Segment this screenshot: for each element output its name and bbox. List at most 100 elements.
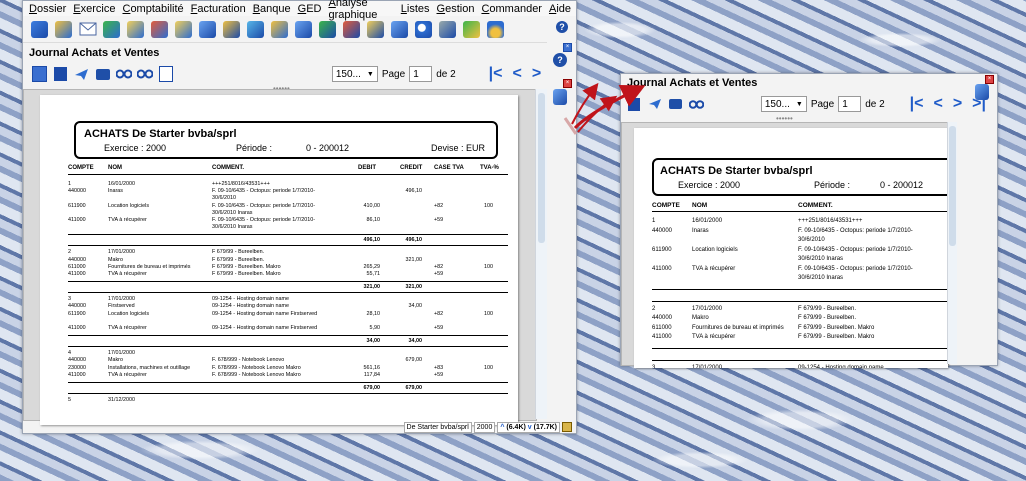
save-icon[interactable] [625,96,642,113]
menu-dossier[interactable]: Dossier [27,3,71,15]
report-cell: 34,00 [408,303,423,310]
menu-banque[interactable]: Banque [251,3,296,15]
folder-ged-icon[interactable] [173,19,194,40]
purchase-icon[interactable] [317,19,338,40]
print-icon[interactable] [94,66,111,83]
binoculars-icon[interactable] [115,66,132,83]
report-toolbar: 150...▼ Page 1 de 2 |< < > >| [23,63,576,85]
status-size2: (17.7K) [533,423,557,431]
report-cell: 09-1254 - Hosting domain name [212,303,290,310]
report-cell: 440000 [652,227,673,234]
menu-comptabilite[interactable]: Comptabilité [120,3,188,15]
scroll-thumb[interactable] [949,126,956,246]
block-total-debit: 679,00 [363,385,381,391]
print-icon[interactable] [667,96,684,113]
menu-exercice[interactable]: Exercice [71,3,120,15]
ledger-icon[interactable] [221,19,242,40]
report-cell: 611900 [68,202,86,209]
open-folder-icon[interactable] [53,19,74,40]
page-label: Page [810,98,835,110]
report-periode-label: Période : [814,180,851,190]
report-icon[interactable] [245,19,266,40]
gauge-icon[interactable] [485,19,506,40]
menu-analyse-graphique[interactable]: Analyse graphique [326,0,398,21]
list-icon[interactable] [389,19,410,40]
report-cell: 17/01/2000 [108,350,135,357]
report-cell: 411000 [68,325,86,331]
prev-page-icon[interactable]: < [509,65,524,83]
menu-ged[interactable]: GED [296,3,327,15]
report-cell: 16/01/2000 [692,218,723,224]
send-icon[interactable] [73,66,90,83]
report-cell: 100 [484,263,493,270]
report-cell: 17/01/2000 [692,305,723,312]
vertical-scrollbar[interactable] [535,89,547,419]
menu-commander[interactable]: Commander [479,3,547,15]
report-cell: TVA à récupérer [108,217,147,223]
scroll-thumb[interactable] [538,93,545,243]
menu-gestion[interactable]: Gestion [435,3,480,15]
report-periode-label: Période : [236,143,273,153]
zoom-value: 150... [764,98,790,110]
new-dossier-icon[interactable] [29,19,50,40]
column-header: COMMENT. [798,202,833,209]
binoculars-icon[interactable] [688,96,705,113]
page-setup-icon[interactable] [157,66,174,83]
search-icon[interactable] [413,19,434,40]
first-page-icon[interactable]: |< [486,65,506,83]
report-cell: F. 678/999 - Notebook Lenovo [212,357,285,364]
report-cell: 411000 [652,265,672,272]
report-cell: 440000 [68,256,86,263]
report-cell: 17/01/2000 [108,296,135,303]
report-cell: 321,00 [405,256,423,263]
block-total-credit: 679,00 [405,385,423,391]
block-separator [68,346,508,348]
main-toolbar [23,16,576,43]
invoice-icon[interactable] [293,19,314,40]
folder-green-icon[interactable] [101,19,122,40]
send-icon[interactable] [646,96,663,113]
save-icon[interactable] [52,66,69,83]
calculator-icon[interactable] [437,19,458,40]
help-book-icon[interactable]: ? [553,53,567,67]
document-icon[interactable] [365,19,386,40]
prev-page-icon[interactable]: < [930,95,945,113]
folder-red-icon[interactable] [149,19,170,40]
report-header-box: ACHATS De Starter bvba/sprl Exercice : 20… [652,158,948,196]
zoom-select[interactable]: 150... ▼ [760,96,807,112]
zoomed-window-title: Journal Achats et Ventes [627,77,758,89]
total-rule [68,335,508,337]
vertical-scrollbar[interactable] [947,122,957,364]
zoom-select[interactable]: 150... ▼ [331,66,378,82]
binoculars-next-icon[interactable] [136,66,153,83]
block-separator [652,359,948,361]
report-cell: TVA à récupérer [692,265,736,272]
bank-icon[interactable] [269,19,290,40]
report-cell: 28,10 [366,310,381,317]
first-page-icon[interactable]: |< [907,95,927,113]
report-cell: 30/6/2010 Inaras [798,256,844,262]
report-cell: F 679/99 - Bureelben. Makro [798,334,875,340]
menu-listes[interactable]: Listes [399,3,435,15]
export-icon[interactable] [31,66,48,83]
close-panel-icon[interactable]: × [563,79,572,88]
vat-icon[interactable] [341,19,362,40]
next-page-icon[interactable]: > [950,95,965,113]
help-icon[interactable]: ? [556,21,568,33]
close-icon[interactable]: × [563,43,572,52]
report-exercice: Exercice : 2000 [104,143,167,153]
next-page-icon[interactable]: > [529,65,544,83]
report-cell: 265,29 [363,263,381,270]
folder-blue-icon[interactable] [125,19,146,40]
mail-icon[interactable] [77,19,98,40]
documents-icon[interactable] [553,89,567,105]
journal-icon[interactable] [197,19,218,40]
documents-icon[interactable] [975,84,989,100]
menu-aide[interactable]: Aide [547,3,576,15]
report-cell: 100 [484,310,493,317]
page-input[interactable]: 1 [409,66,433,82]
chart-icon[interactable] [461,19,482,40]
report-cell: F 679/99 - Bureelben. Makro [212,271,281,277]
menu-facturation[interactable]: Facturation [189,3,251,15]
page-input[interactable]: 1 [838,96,862,112]
